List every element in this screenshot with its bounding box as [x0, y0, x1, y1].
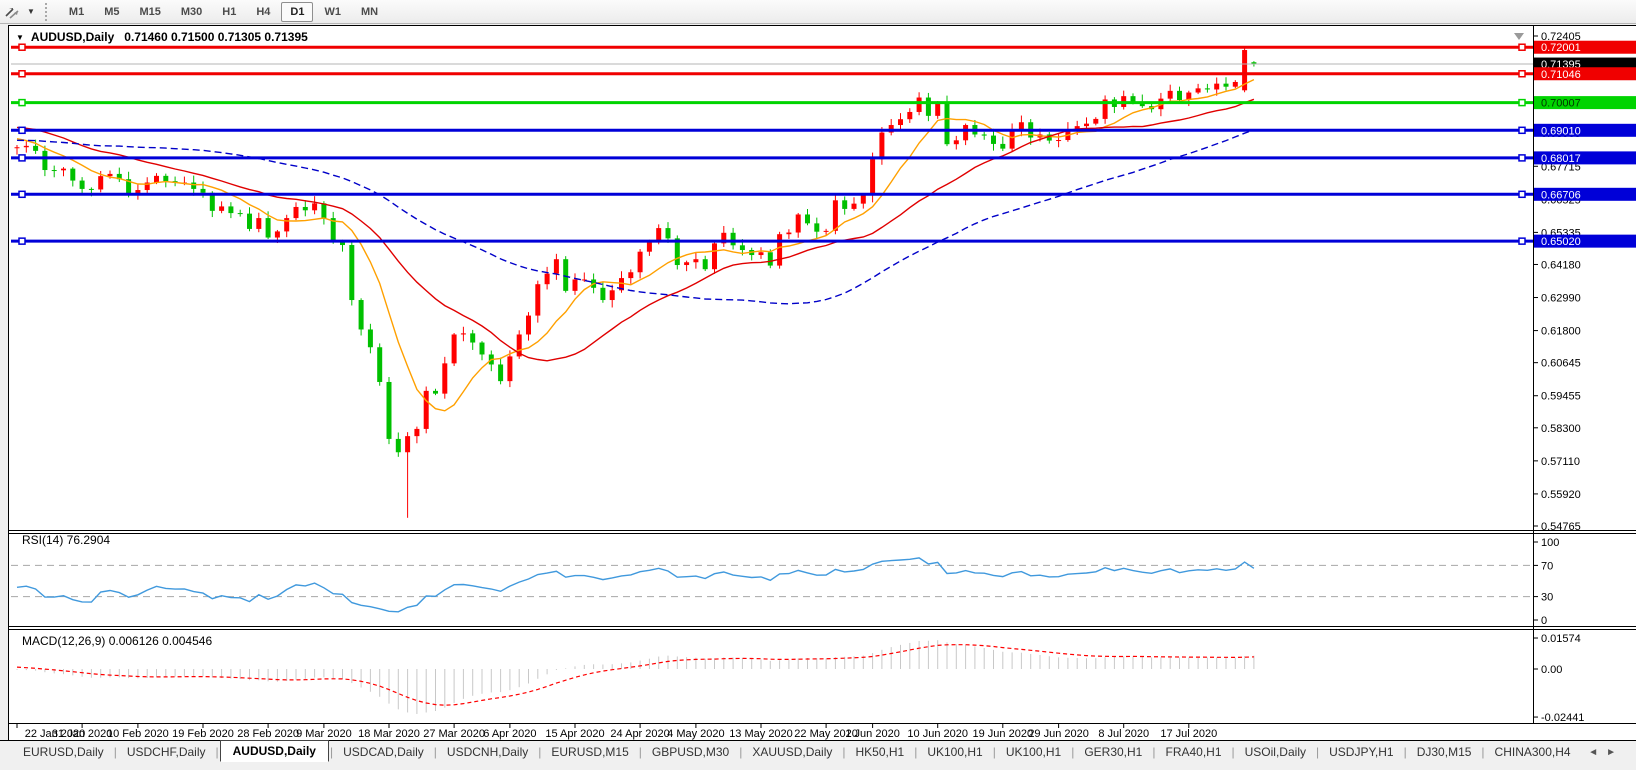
hline-price-label-0.65020: 0.65020	[1534, 235, 1636, 249]
hline-price-label-0.72001: 0.72001	[1534, 41, 1636, 55]
symbol-tab-usdchf-daily[interactable]: USDCHF,Daily	[118, 742, 215, 762]
svg-text:0.72001: 0.72001	[1541, 42, 1581, 54]
symbol-tab-usdcad-daily[interactable]: USDCAD,Daily	[334, 742, 433, 762]
svg-text:0.57110: 0.57110	[1541, 456, 1580, 468]
bottom-strip	[0, 763, 1636, 770]
svg-text:70: 70	[1541, 560, 1553, 572]
svg-text:0.59455: 0.59455	[1541, 391, 1581, 403]
chart-tools-icon	[3, 4, 23, 20]
tabs-scroll-arrows[interactable]: ◄►	[1588, 747, 1636, 758]
symbol-tab-dj30-m15[interactable]: DJ30,M15	[1408, 742, 1481, 762]
symbol-tab-eurusd-daily[interactable]: EURUSD,Daily	[14, 742, 113, 762]
symbol-tab-uk100-h1[interactable]: UK100,H1	[918, 742, 991, 762]
chart-window[interactable]: 0.724050.712150.700600.689050.677150.665…	[8, 25, 1636, 740]
svg-text:0.60645: 0.60645	[1541, 358, 1581, 370]
hline-price-label-0.71046: 0.71046	[1534, 67, 1636, 81]
symbol-tab-uk100-h1[interactable]: UK100,H1	[997, 742, 1070, 762]
timeframe-button-mn[interactable]: MN	[352, 2, 387, 22]
svg-text:0.01574: 0.01574	[1541, 633, 1581, 645]
hline-price-label-0.70007: 0.70007	[1534, 96, 1636, 110]
chart-tools-button[interactable]: ▼	[0, 4, 41, 20]
svg-text:0.70007: 0.70007	[1541, 98, 1581, 110]
svg-text:9 Mar 2020: 9 Mar 2020	[296, 728, 352, 740]
symbol-tab-hk50-h1[interactable]: HK50,H1	[847, 742, 914, 762]
symbol-tab-china300-h4[interactable]: CHINA300,H4	[1486, 742, 1580, 762]
svg-text:30: 30	[1541, 592, 1553, 604]
svg-text:13 May 2020: 13 May 2020	[729, 728, 793, 740]
timeframe-button-m5[interactable]: M5	[95, 2, 128, 22]
svg-text:10 Jun 2020: 10 Jun 2020	[907, 728, 968, 740]
hline-price-label-0.68017: 0.68017	[1534, 151, 1636, 165]
svg-text:0.54765: 0.54765	[1541, 521, 1581, 533]
chart-symbol-label: AUDUSD,Daily	[31, 30, 114, 44]
svg-text:17 Jul 2020: 17 Jul 2020	[1160, 728, 1217, 740]
hline-price-label-0.69010: 0.69010	[1534, 124, 1636, 138]
svg-text:1 Jun 2020: 1 Jun 2020	[845, 728, 899, 740]
svg-text:15 Apr 2020: 15 Apr 2020	[545, 728, 604, 740]
svg-text:24 Apr 2020: 24 Apr 2020	[610, 728, 669, 740]
svg-text:-0.02441: -0.02441	[1541, 712, 1584, 724]
symbol-tab-bar: EURUSD,Daily|USDCHF,Daily|AUDUSD,Daily|U…	[0, 740, 1636, 763]
timeframe-button-m15[interactable]: M15	[130, 2, 169, 22]
svg-text:31 Jan 2020: 31 Jan 2020	[52, 728, 113, 740]
svg-text:6 Apr 2020: 6 Apr 2020	[483, 728, 536, 740]
svg-text:27 Mar 2020: 27 Mar 2020	[423, 728, 485, 740]
svg-text:4 May 2020: 4 May 2020	[667, 728, 724, 740]
svg-text:0.65020: 0.65020	[1541, 236, 1581, 248]
chevron-down-icon: ▼	[27, 7, 35, 16]
chart-dropdown-icon[interactable]: ▼	[16, 33, 24, 42]
svg-text:10 Feb 2020: 10 Feb 2020	[107, 728, 169, 740]
svg-text:0.69010: 0.69010	[1541, 125, 1581, 137]
svg-text:19 Jun 2020: 19 Jun 2020	[973, 728, 1034, 740]
svg-text:0: 0	[1541, 615, 1547, 627]
svg-text:0.55920: 0.55920	[1541, 489, 1581, 501]
tabs-scroll-left-icon[interactable]: ◄	[1588, 747, 1606, 758]
hline-price-label-0.66706: 0.66706	[1534, 188, 1636, 202]
svg-text:8 Jul 2020: 8 Jul 2020	[1098, 728, 1149, 740]
timeframe-button-w1[interactable]: W1	[315, 2, 350, 22]
svg-text:18 Mar 2020: 18 Mar 2020	[358, 728, 420, 740]
svg-text:0.71046: 0.71046	[1541, 69, 1581, 81]
svg-text:0.66706: 0.66706	[1541, 189, 1581, 201]
svg-text:0.58300: 0.58300	[1541, 423, 1581, 435]
svg-text:28 Feb 2020: 28 Feb 2020	[237, 728, 299, 740]
svg-text:29 Jun 2020: 29 Jun 2020	[1028, 728, 1089, 740]
symbol-tab-usoil-daily[interactable]: USOil,Daily	[1236, 742, 1315, 762]
symbol-tab-eurusd-m15[interactable]: EURUSD,M15	[542, 742, 637, 762]
timeframe-button-d1[interactable]: D1	[281, 2, 313, 22]
rsi-indicator-label: RSI(14) 76.2904	[22, 533, 110, 547]
symbol-tab-fra40-h1[interactable]: FRA40,H1	[1156, 742, 1230, 762]
svg-text:0.61800: 0.61800	[1541, 326, 1581, 338]
symbol-tab-gbpusd-m30[interactable]: GBPUSD,M30	[643, 742, 738, 762]
symbol-tab-usdjpy-h1[interactable]: USDJPY,H1	[1320, 742, 1402, 762]
timeframe-button-m30[interactable]: M30	[172, 2, 211, 22]
tabs-scroll-right-icon[interactable]: ►	[1606, 747, 1624, 758]
svg-text:19 Feb 2020: 19 Feb 2020	[172, 728, 234, 740]
timeframe-button-h1[interactable]: H1	[213, 2, 245, 22]
svg-text:0.62990: 0.62990	[1541, 293, 1581, 305]
svg-text:0.68017: 0.68017	[1541, 153, 1581, 165]
toolbar-grip[interactable]	[45, 3, 51, 21]
chart-title: ▼ AUDUSD,Daily 0.71460 0.71500 0.71305 0…	[16, 30, 308, 44]
timeframe-button-m1[interactable]: M1	[60, 2, 93, 22]
symbol-tab-audusd-daily[interactable]: AUDUSD,Daily	[220, 740, 329, 762]
symbol-tab-ger30-h1[interactable]: GER30,H1	[1075, 742, 1151, 762]
symbol-tab-usdcnh-daily[interactable]: USDCNH,Daily	[438, 742, 537, 762]
timeframe-button-h4[interactable]: H4	[247, 2, 279, 22]
macd-indicator-label: MACD(12,26,9) 0.006126 0.004546	[22, 634, 212, 648]
chart-canvas[interactable]: 0.724050.712150.700600.689050.677150.665…	[9, 26, 1636, 741]
top-toolbar: ▼ M1M5M15M30H1H4D1W1MN	[0, 0, 1636, 24]
svg-text:100: 100	[1541, 537, 1559, 549]
svg-text:0.64180: 0.64180	[1541, 259, 1581, 271]
symbol-tab-xauusd-daily[interactable]: XAUUSD,Daily	[743, 742, 841, 762]
chart-ohlc-values: 0.71460 0.71500 0.71305 0.71395	[124, 30, 308, 44]
svg-text:0.00: 0.00	[1541, 664, 1562, 676]
